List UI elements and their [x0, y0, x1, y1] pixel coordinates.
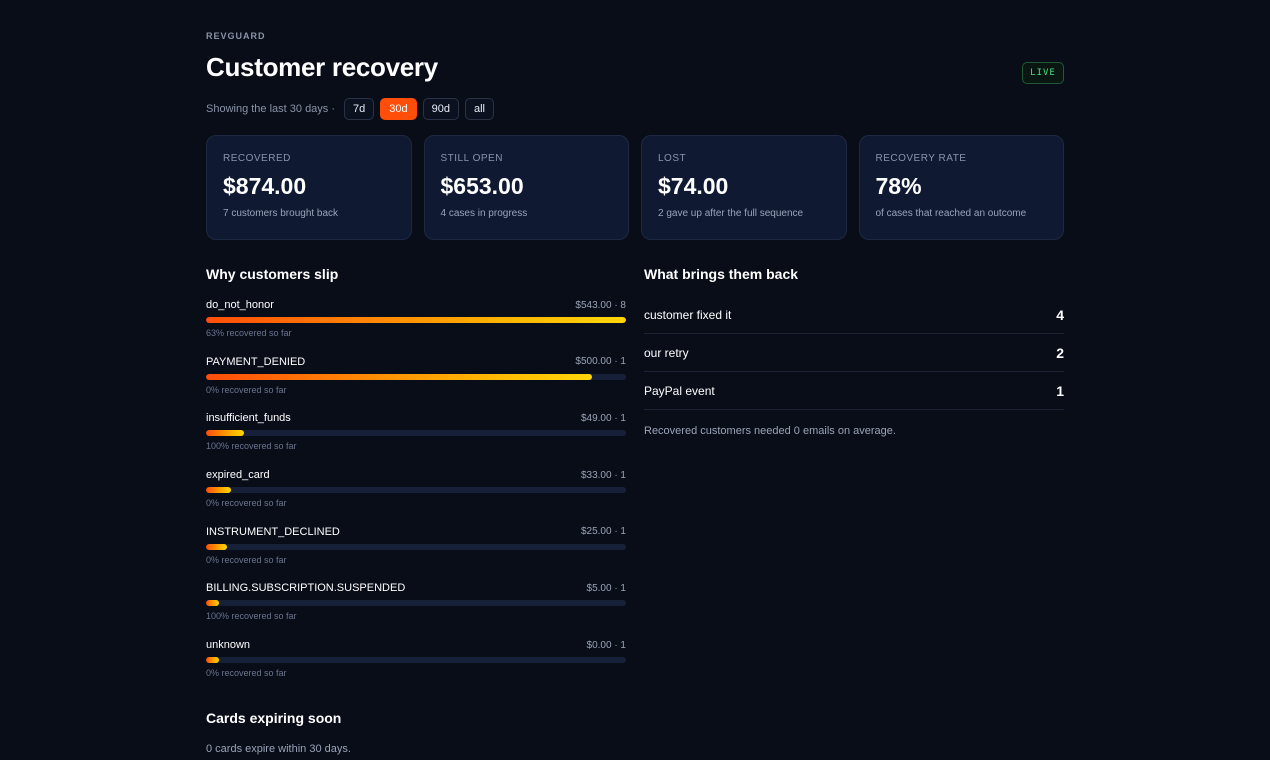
stat-label: RECOVERY RATE — [875, 153, 967, 164]
brings-back-item: our retry 2 — [644, 334, 1064, 372]
reason-recovered-note: 0% recovered so far — [206, 498, 287, 509]
reason-name: BILLING.SUBSCRIPTION.SUSPENDED — [206, 582, 406, 595]
reason-amount-count: $25.00 · 1 — [580, 526, 626, 538]
date-range-label: Showing the last 30 days · — [206, 103, 336, 115]
reason-amount-count: $543.00 · 8 — [575, 299, 626, 311]
reason-item: unknown $0.00 · 1 0% recovered so far — [206, 638, 626, 695]
brings-back-item: PayPal event 1 — [644, 372, 1064, 410]
stat-label: LOST — [658, 153, 687, 164]
reason-item: do_not_honor $543.00 · 8 63% recovered so … — [206, 298, 626, 355]
stat-subtext: 4 cases in progress — [440, 208, 528, 219]
expiring-section-title: Cards expiring soon — [206, 710, 342, 726]
reason-header: unknown $0.00 · 1 — [206, 638, 626, 652]
date-range-filters: Showing the last 30 days · 7d 30d 90d al… — [206, 98, 495, 120]
reasons-section-title: Why customers slip — [206, 266, 339, 282]
reason-header: expired_card $33.00 · 1 — [206, 468, 626, 482]
stat-value: $874.00 — [223, 173, 307, 199]
reason-recovered-note: 0% recovered so far — [206, 384, 287, 395]
reason-header: INSTRUMENT_DECLINED $25.00 · 1 — [206, 525, 626, 539]
stat-card-lost: LOST $74.00 2 gave up after the full seq… — [641, 135, 847, 240]
reason-header: BILLING.SUBSCRIPTION.SUSPENDED $5.00 · 1 — [206, 581, 626, 595]
brings-back-list: customer fixed it 4 our retry 2 PayPal event… — [644, 296, 1064, 410]
reason-item: PAYMENT_DENIED $500.00 · 1 0% recovered so… — [206, 355, 626, 412]
brings-back-label: customer fixed it — [644, 307, 732, 322]
stat-card-recovery-rate: RECOVERY RATE 78% of cases that reached … — [858, 135, 1064, 240]
reason-bar-fill — [206, 317, 626, 323]
reason-bar-track — [206, 317, 626, 323]
page-title: Customer recovery — [206, 52, 438, 82]
reason-bar-track — [206, 487, 626, 494]
reason-amount-count: $49.00 · 1 — [580, 412, 626, 424]
reason-bar-fill — [206, 600, 219, 607]
stat-value: 78% — [875, 173, 922, 199]
stat-subtext: 2 gave up after the full sequence — [658, 208, 804, 219]
brings-back-label: our retry — [644, 345, 689, 360]
reason-bar-fill — [206, 487, 232, 494]
brings-back-note: Recovered customers needed 0 emails on a… — [644, 425, 896, 437]
brings-back-count: 4 — [1056, 306, 1064, 323]
reason-name: INSTRUMENT_DECLINED — [206, 525, 340, 538]
reason-name: PAYMENT_DENIED — [206, 355, 306, 368]
reason-amount-count: $5.00 · 1 — [586, 582, 626, 594]
reason-name: insufficient_funds — [206, 412, 291, 425]
brings-back-label: PayPal event — [644, 383, 715, 398]
reason-header: PAYMENT_DENIED $500.00 · 1 — [206, 355, 626, 369]
brings-back-item: customer fixed it 4 — [644, 296, 1064, 334]
reason-name: do_not_honor — [206, 299, 274, 311]
reason-amount-count: $0.00 · 1 — [586, 639, 626, 651]
stat-label: RECOVERED — [223, 153, 291, 164]
brand-label: REVGUARD — [206, 31, 266, 41]
stat-value: $74.00 — [658, 173, 729, 199]
stat-subtext: 7 customers brought back — [223, 208, 339, 219]
reason-recovered-note: 100% recovered so far — [206, 611, 297, 622]
reason-bar-track — [206, 543, 626, 550]
reason-name: unknown — [206, 639, 251, 652]
range-all-button[interactable]: all — [465, 98, 495, 120]
reason-item: insufficient_funds $49.00 · 1 100% recover… — [206, 411, 626, 468]
reason-recovered-note: 63% recovered so far — [206, 328, 292, 338]
reason-bar-track — [206, 657, 626, 664]
reason-recovered-note: 100% recovered so far — [206, 441, 297, 452]
stat-cards: RECOVERED $874.00 7 customers brought ba… — [206, 135, 1064, 240]
reason-bar-track — [206, 373, 626, 380]
reasons-list: do_not_honor $543.00 · 8 63% recovered so … — [206, 298, 626, 695]
stat-label: STILL OPEN — [440, 153, 503, 164]
reason-item: BILLING.SUBSCRIPTION.SUSPENDED $5.00 · 1 1… — [206, 581, 626, 638]
range-30d-button[interactable]: 30d — [380, 98, 417, 120]
reason-name: expired_card — [206, 469, 270, 482]
reason-header: do_not_honor $543.00 · 8 — [206, 298, 626, 312]
range-90d-button[interactable]: 90d — [422, 98, 459, 120]
reason-bar-fill — [206, 373, 593, 380]
expiring-note: 0 cards expire within 30 days. — [206, 743, 351, 755]
reason-amount-count: $33.00 · 1 — [580, 469, 626, 481]
reason-bar-fill — [206, 543, 227, 550]
stat-card-still-open: STILL OPEN $653.00 4 cases in progress — [423, 135, 629, 240]
reason-recovered-note: 0% recovered so far — [206, 668, 287, 679]
brings-back-section-title: What brings them back — [644, 266, 799, 282]
reason-amount-count: $500.00 · 1 — [575, 356, 626, 368]
reason-bar-fill — [206, 430, 244, 437]
live-badge: LIVE — [1022, 62, 1064, 84]
recovery-dashboard: REVGUARD Customer recovery LIVE Showing … — [0, 0, 1270, 760]
stat-subtext: of cases that reached an outcome — [875, 208, 1027, 219]
stat-card-recovered: RECOVERED $874.00 7 customers brought ba… — [206, 135, 412, 240]
brings-back-count: 1 — [1056, 382, 1064, 399]
reason-recovered-note: 0% recovered so far — [206, 554, 287, 565]
reason-bar-fill — [206, 657, 219, 664]
reason-bar-track — [206, 430, 626, 437]
range-7d-button[interactable]: 7d — [344, 98, 375, 120]
reason-header: insufficient_funds $49.00 · 1 — [206, 411, 626, 425]
reason-item: INSTRUMENT_DECLINED $25.00 · 1 0% recovere… — [206, 525, 626, 582]
brings-back-count: 2 — [1056, 344, 1064, 361]
reason-item: expired_card $33.00 · 1 0% recovered so fa… — [206, 468, 626, 525]
stat-value: $653.00 — [440, 173, 524, 199]
reason-bar-track — [206, 600, 626, 607]
